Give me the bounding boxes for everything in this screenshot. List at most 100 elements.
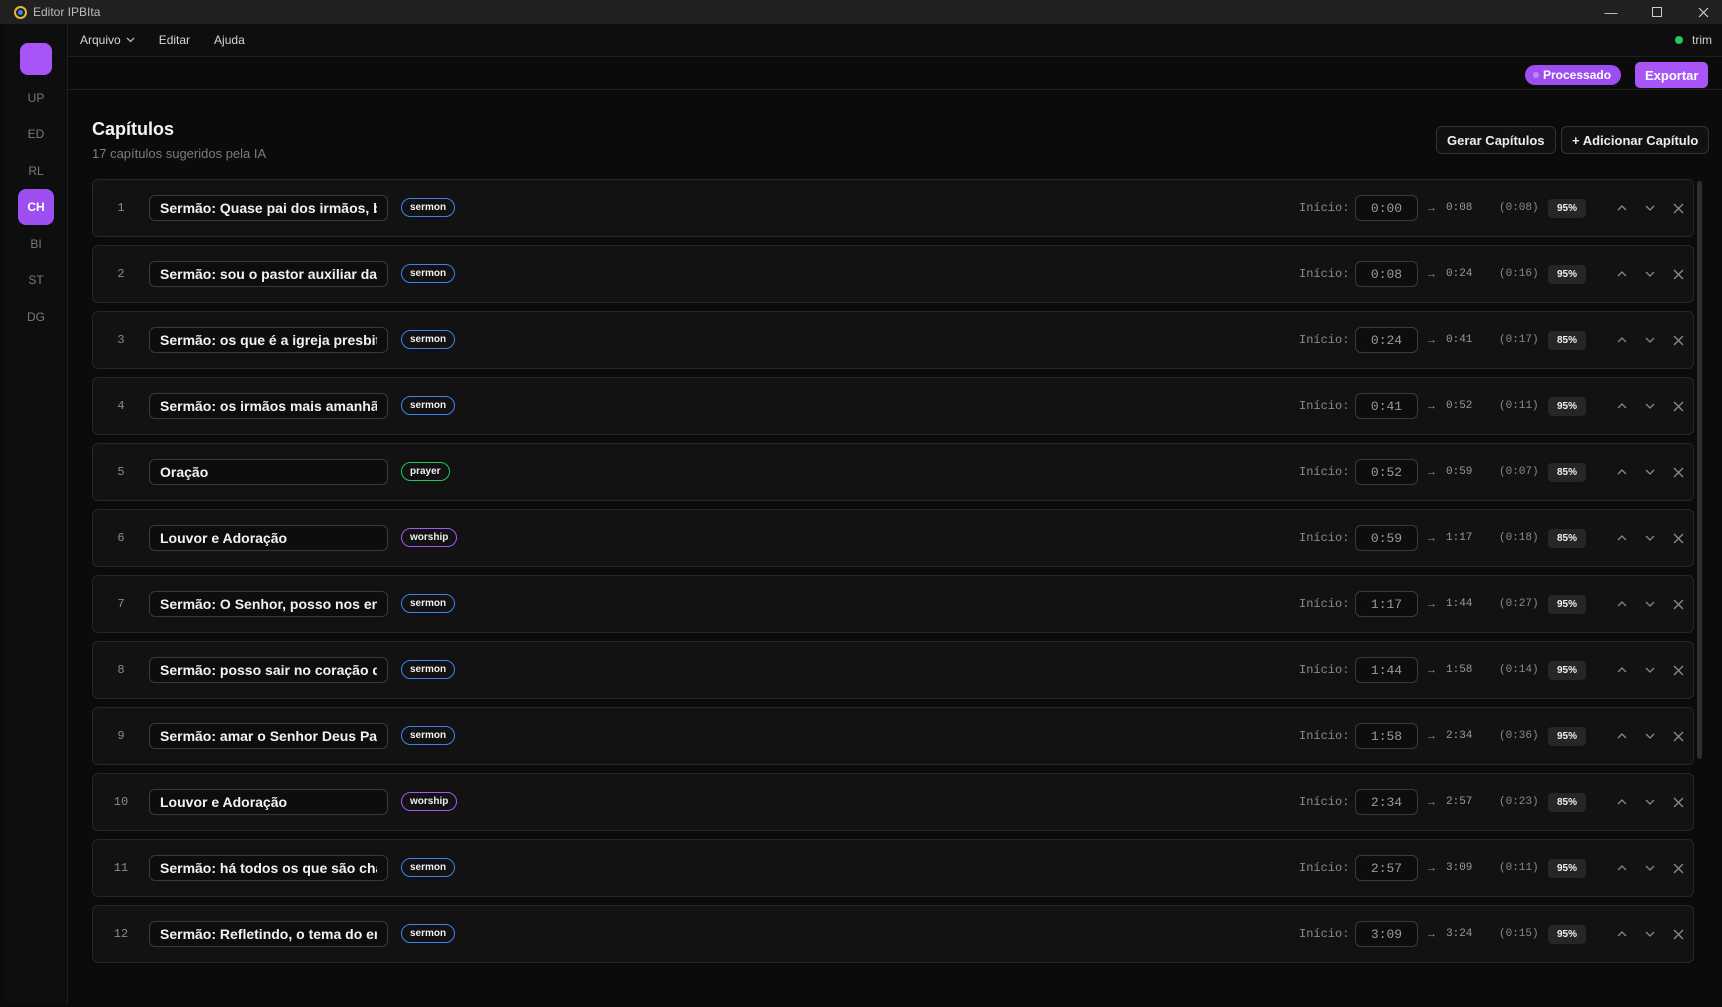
start-time-input[interactable] xyxy=(1355,591,1418,617)
remove-chapter-button[interactable] xyxy=(1666,261,1690,287)
rail-item-dg[interactable]: DG xyxy=(18,299,54,335)
start-time-input[interactable] xyxy=(1355,459,1418,485)
move-down-button[interactable] xyxy=(1638,591,1662,617)
add-chapter-button[interactable]: + Adicionar Capítulo xyxy=(1561,126,1710,154)
move-up-button[interactable] xyxy=(1610,195,1634,221)
close-window-button[interactable] xyxy=(1681,0,1722,24)
move-down-button[interactable] xyxy=(1638,525,1662,551)
chapter-title-input[interactable] xyxy=(149,393,388,419)
chevron-up-icon xyxy=(1617,865,1627,871)
chevron-up-icon xyxy=(1617,403,1627,409)
confidence-badge: 85% xyxy=(1548,793,1586,812)
chevron-down-icon xyxy=(1645,271,1655,277)
chevron-down-icon xyxy=(1645,733,1655,739)
menu-help[interactable]: Ajuda xyxy=(214,33,245,47)
remove-chapter-button[interactable] xyxy=(1666,327,1690,353)
move-up-button[interactable] xyxy=(1610,657,1634,683)
rail-logo[interactable] xyxy=(20,43,52,75)
start-time-input[interactable] xyxy=(1355,261,1418,287)
move-down-button[interactable] xyxy=(1638,657,1662,683)
close-icon xyxy=(1673,401,1683,411)
duration: (0:23) xyxy=(1499,796,1539,808)
move-down-button[interactable] xyxy=(1638,723,1662,749)
chapter-title-input[interactable] xyxy=(149,591,388,617)
remove-chapter-button[interactable] xyxy=(1666,723,1690,749)
remove-chapter-button[interactable] xyxy=(1666,525,1690,551)
start-time-input[interactable] xyxy=(1355,393,1418,419)
move-up-button[interactable] xyxy=(1610,921,1634,947)
move-down-button[interactable] xyxy=(1638,393,1662,419)
move-up-button[interactable] xyxy=(1610,261,1634,287)
move-up-button[interactable] xyxy=(1610,591,1634,617)
start-label: Início: xyxy=(1299,465,1350,479)
move-up-button[interactable] xyxy=(1610,789,1634,815)
remove-chapter-button[interactable] xyxy=(1666,459,1690,485)
chapter-number: 5 xyxy=(117,465,125,479)
remove-chapter-button[interactable] xyxy=(1666,393,1690,419)
chapter-title-input[interactable] xyxy=(149,921,388,947)
menu-edit[interactable]: Editar xyxy=(159,33,190,47)
confidence-badge: 95% xyxy=(1548,265,1586,284)
chapter-type-badge: sermon xyxy=(401,594,456,613)
arrow-right-icon: → xyxy=(1426,796,1437,808)
chapter-title-input[interactable] xyxy=(149,459,388,485)
move-up-button[interactable] xyxy=(1610,393,1634,419)
arrow-right-icon: → xyxy=(1426,334,1437,346)
start-time-input[interactable] xyxy=(1355,855,1418,881)
chapter-title-input[interactable] xyxy=(149,525,388,551)
confidence-badge: 95% xyxy=(1548,595,1586,614)
remove-chapter-button[interactable] xyxy=(1666,855,1690,881)
chapter-title-input[interactable] xyxy=(149,657,388,683)
rail-item-rl[interactable]: RL xyxy=(18,153,54,189)
duration: (0:36) xyxy=(1499,730,1539,742)
move-down-button[interactable] xyxy=(1638,261,1662,287)
chevron-up-icon xyxy=(1617,667,1627,673)
remove-chapter-button[interactable] xyxy=(1666,195,1690,221)
move-down-button[interactable] xyxy=(1638,855,1662,881)
move-up-button[interactable] xyxy=(1610,855,1634,881)
remove-chapter-button[interactable] xyxy=(1666,921,1690,947)
remove-chapter-button[interactable] xyxy=(1666,591,1690,617)
move-up-button[interactable] xyxy=(1610,525,1634,551)
move-down-button[interactable] xyxy=(1638,789,1662,815)
chapter-title-input[interactable] xyxy=(149,855,388,881)
confidence-badge: 95% xyxy=(1548,397,1586,416)
start-time-input[interactable] xyxy=(1355,723,1418,749)
start-time-input[interactable] xyxy=(1355,525,1418,551)
start-time-input[interactable] xyxy=(1355,657,1418,683)
menu-file[interactable]: Arquivo xyxy=(80,33,135,47)
chapter-title-input[interactable] xyxy=(149,789,388,815)
move-up-button[interactable] xyxy=(1610,723,1634,749)
scrollbar[interactable] xyxy=(1697,181,1702,759)
chapter-title-input[interactable] xyxy=(149,261,388,287)
start-time-input[interactable] xyxy=(1355,789,1418,815)
remove-chapter-button[interactable] xyxy=(1666,789,1690,815)
maximize-button[interactable] xyxy=(1635,0,1679,24)
export-button[interactable]: Exportar xyxy=(1635,62,1709,88)
move-up-button[interactable] xyxy=(1610,327,1634,353)
move-down-button[interactable] xyxy=(1638,327,1662,353)
rail-item-ed[interactable]: ED xyxy=(18,116,54,152)
close-icon xyxy=(1673,665,1683,675)
rail-item-up[interactable]: UP xyxy=(18,80,54,116)
side-rail: UP ED RL CH BI ST DG xyxy=(4,24,68,1004)
remove-chapter-button[interactable] xyxy=(1666,657,1690,683)
move-down-button[interactable] xyxy=(1638,195,1662,221)
rail-item-st[interactable]: ST xyxy=(18,262,54,298)
chapter-type-badge: sermon xyxy=(401,924,456,943)
chapter-title-input[interactable] xyxy=(149,723,388,749)
chapter-title-input[interactable] xyxy=(149,327,388,353)
start-time-input[interactable] xyxy=(1355,921,1418,947)
rail-item-ch[interactable]: CH xyxy=(18,189,54,225)
chapter-type-badge: worship xyxy=(401,792,458,811)
generate-chapters-button[interactable]: Gerar Capítulos xyxy=(1436,126,1556,154)
chapter-title-input[interactable] xyxy=(149,195,388,221)
move-down-button[interactable] xyxy=(1638,921,1662,947)
start-time-input[interactable] xyxy=(1355,327,1418,353)
rail-item-bi[interactable]: BI xyxy=(18,226,54,262)
move-up-button[interactable] xyxy=(1610,459,1634,485)
close-icon xyxy=(1673,533,1683,543)
start-time-input[interactable] xyxy=(1355,195,1418,221)
minimize-button[interactable]: — xyxy=(1589,0,1633,24)
move-down-button[interactable] xyxy=(1638,459,1662,485)
